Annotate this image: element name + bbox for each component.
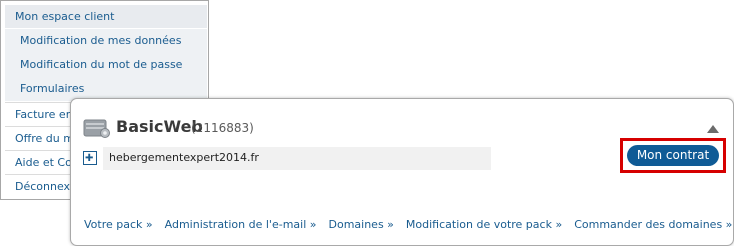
- link-administration-email[interactable]: Administration de l'e-mail »: [165, 217, 317, 233]
- contract-id: (2116883): [191, 121, 254, 135]
- menu-subitem-modification-donnees[interactable]: Modification de mes données: [5, 29, 207, 53]
- link-domaines[interactable]: Domaines »: [329, 217, 394, 233]
- link-modification-pack[interactable]: Modification de votre pack »: [406, 217, 562, 233]
- server-icon: [83, 119, 110, 138]
- menu-submenu: Modification de mes données Modification…: [5, 29, 207, 101]
- link-votre-pack[interactable]: Votre pack »: [84, 217, 153, 233]
- link-commander-domaines[interactable]: Commander des domaines »: [574, 217, 732, 233]
- mon-contrat-button[interactable]: Mon contrat: [627, 145, 719, 166]
- contract-links: Votre pack » Administration de l'e-mail …: [84, 217, 732, 233]
- contract-card: BasicWeb (2116883) hebergementexpert2014…: [70, 98, 734, 246]
- menu-subitem-modification-mot-de-passe[interactable]: Modification du mot de passe: [5, 53, 207, 77]
- menu-item-mon-espace-client[interactable]: Mon espace client: [5, 5, 207, 29]
- contract-title: BasicWeb: [116, 117, 203, 136]
- contract-button-highlight: Mon contrat: [620, 138, 726, 173]
- domain-name: hebergementexpert2014.fr: [103, 147, 491, 170]
- triangle-up-icon[interactable]: [707, 125, 719, 133]
- plus-icon[interactable]: [83, 151, 97, 165]
